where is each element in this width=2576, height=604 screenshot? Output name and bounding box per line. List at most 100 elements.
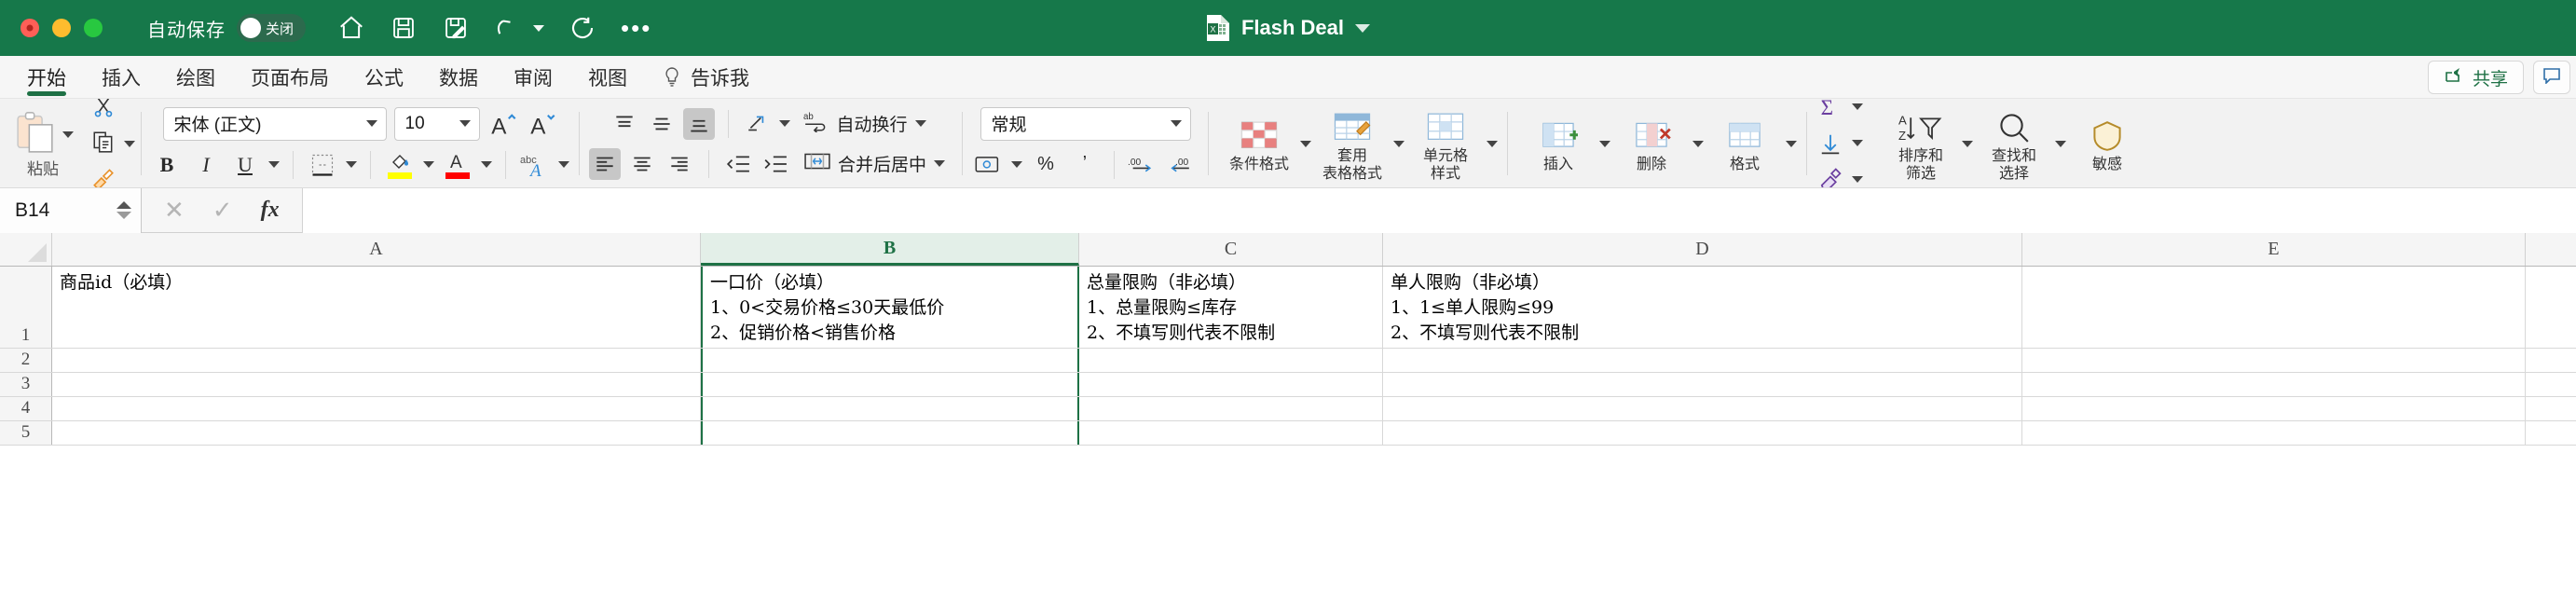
cell-e1[interactable] bbox=[2022, 267, 2526, 348]
tab-formulas[interactable]: 公式 bbox=[347, 57, 421, 98]
cell-a4[interactable] bbox=[52, 397, 701, 420]
insert-cells-dropdown-icon[interactable] bbox=[1599, 141, 1610, 147]
fill-color-dropdown-icon[interactable] bbox=[423, 161, 434, 168]
format-as-table-button[interactable]: 套用 表格格式 bbox=[1311, 99, 1393, 188]
cell-c5[interactable] bbox=[1079, 421, 1383, 445]
underline-button[interactable]: U bbox=[229, 149, 261, 181]
cell-b4[interactable] bbox=[701, 397, 1079, 420]
merge-center-dropdown-icon[interactable] bbox=[934, 160, 945, 167]
row-header-1[interactable]: 1 bbox=[0, 267, 52, 348]
phonetic-dropdown-icon[interactable] bbox=[558, 161, 569, 168]
cell-a2[interactable] bbox=[52, 349, 701, 372]
tab-insert[interactable]: 插入 bbox=[84, 57, 158, 98]
cell-b5[interactable] bbox=[701, 421, 1079, 445]
window-controls[interactable] bbox=[0, 19, 103, 37]
row-header-2[interactable]: 2 bbox=[0, 349, 52, 372]
chevron-down-icon[interactable] bbox=[459, 120, 471, 127]
cell-a3[interactable] bbox=[52, 373, 701, 396]
decrease-decimal-button[interactable]: .00 bbox=[1167, 149, 1199, 181]
conditional-formatting-dropdown-icon[interactable] bbox=[1300, 141, 1311, 147]
cell-e3[interactable] bbox=[2022, 373, 2526, 396]
ribbon-tabs[interactable]: 开始 插入 绘图 页面布局 公式 数据 审阅 视图 告诉我 bbox=[0, 57, 767, 98]
underline-dropdown-icon[interactable] bbox=[268, 161, 280, 168]
currency-format-button[interactable] bbox=[972, 149, 1004, 181]
row-header-5[interactable]: 5 bbox=[0, 421, 52, 445]
tab-home[interactable]: 开始 bbox=[9, 57, 84, 98]
cell-a5[interactable] bbox=[52, 421, 701, 445]
name-box-up-icon[interactable] bbox=[116, 201, 131, 209]
conditional-formatting-button[interactable]: 条件格式 bbox=[1218, 99, 1300, 188]
borders-dropdown-icon[interactable] bbox=[346, 161, 357, 168]
font-color-dropdown-icon[interactable] bbox=[481, 161, 492, 168]
decrease-indent-button[interactable] bbox=[722, 148, 754, 180]
column-header-a[interactable]: A bbox=[52, 233, 701, 266]
format-painter-button[interactable] bbox=[91, 165, 135, 189]
undo-icon[interactable] bbox=[494, 14, 522, 42]
cell-e4[interactable] bbox=[2022, 397, 2526, 420]
increase-indent-button[interactable] bbox=[760, 148, 791, 180]
find-select-button[interactable]: 查找和 选择 bbox=[1973, 99, 2055, 188]
decrease-font-size-button[interactable]: A bbox=[527, 108, 558, 140]
sensitivity-button[interactable]: 敏感 bbox=[2066, 99, 2148, 188]
align-left-button[interactable] bbox=[589, 148, 621, 180]
tab-tell-me[interactable]: 告诉我 bbox=[645, 57, 767, 98]
fill-button[interactable] bbox=[1815, 128, 1846, 159]
cell-c2[interactable] bbox=[1079, 349, 1383, 372]
merge-center-button[interactable]: 合并后居中 bbox=[797, 148, 952, 180]
tab-draw[interactable]: 绘图 bbox=[158, 57, 233, 98]
currency-dropdown-icon[interactable] bbox=[1011, 161, 1022, 168]
align-bottom-button[interactable] bbox=[683, 108, 715, 140]
cell-a1[interactable]: 商品id（必填） bbox=[52, 267, 701, 348]
align-top-button[interactable] bbox=[609, 108, 640, 140]
italic-button[interactable]: I bbox=[190, 149, 222, 181]
save-icon[interactable] bbox=[390, 14, 418, 42]
autosave-control[interactable]: 自动保存 关闭 bbox=[147, 14, 306, 42]
fill-color-button[interactable] bbox=[384, 151, 416, 179]
fill-dropdown-icon[interactable] bbox=[1852, 140, 1863, 146]
home-icon[interactable] bbox=[337, 14, 365, 42]
cell-e5[interactable] bbox=[2022, 421, 2526, 445]
orientation-button[interactable] bbox=[742, 108, 774, 140]
cell-d3[interactable] bbox=[1383, 373, 2022, 396]
cell-c1[interactable]: 总量限购（非必填） 1、总量限购≤库存 2、不填写则代表不限制 bbox=[1079, 267, 1383, 348]
name-box[interactable]: B14 bbox=[0, 188, 142, 233]
tab-data[interactable]: 数据 bbox=[421, 57, 496, 98]
tab-view[interactable]: 视图 bbox=[570, 57, 645, 98]
name-box-down-icon[interactable] bbox=[116, 212, 131, 219]
cell-b3[interactable] bbox=[701, 373, 1079, 396]
column-header-e[interactable]: E bbox=[2022, 233, 2526, 266]
autosave-toggle[interactable]: 关闭 bbox=[237, 14, 306, 42]
name-box-spinner[interactable] bbox=[116, 201, 131, 219]
save-as-icon[interactable] bbox=[442, 14, 470, 42]
clear-button[interactable] bbox=[1815, 164, 1846, 189]
comments-button[interactable] bbox=[2533, 61, 2570, 94]
more-commands-icon[interactable]: ••• bbox=[621, 23, 651, 33]
increase-font-size-button[interactable]: A bbox=[487, 108, 519, 140]
quick-access-toolbar[interactable]: ••• bbox=[337, 14, 651, 42]
cell-e2[interactable] bbox=[2022, 349, 2526, 372]
share-button[interactable]: 共享 bbox=[2428, 61, 2524, 94]
phonetic-guide-button[interactable]: abc A bbox=[519, 149, 551, 181]
close-window-button[interactable] bbox=[21, 19, 39, 37]
delete-cells-button[interactable]: 删除 bbox=[1610, 99, 1692, 188]
sort-filter-button[interactable]: A Z 排序和 筛选 bbox=[1880, 99, 1962, 188]
cell-styles-button[interactable]: 单元格 样式 bbox=[1404, 99, 1487, 188]
column-header-c[interactable]: C bbox=[1079, 233, 1383, 266]
format-as-table-dropdown-icon[interactable] bbox=[1393, 141, 1404, 147]
cut-button[interactable] bbox=[91, 99, 135, 123]
copy-button[interactable] bbox=[91, 130, 135, 158]
format-cells-button[interactable]: 格式 bbox=[1704, 99, 1786, 188]
formula-input[interactable] bbox=[302, 188, 2576, 233]
column-header-b[interactable]: B bbox=[701, 233, 1079, 266]
delete-cells-dropdown-icon[interactable] bbox=[1692, 141, 1704, 147]
align-right-button[interactable] bbox=[664, 148, 695, 180]
copy-dropdown-icon[interactable] bbox=[124, 141, 135, 147]
tab-review[interactable]: 审阅 bbox=[496, 57, 570, 98]
row-header-4[interactable]: 4 bbox=[0, 397, 52, 420]
share-area[interactable]: 共享 bbox=[2428, 61, 2576, 98]
insert-cells-button[interactable]: 插入 bbox=[1517, 99, 1599, 188]
cell-d1[interactable]: 单人限购（非必填） 1、1≤单人限购≤99 2、不填写则代表不限制 bbox=[1383, 267, 2022, 348]
maximize-window-button[interactable] bbox=[84, 19, 103, 37]
font-color-button[interactable]: A bbox=[442, 151, 473, 179]
align-middle-button[interactable] bbox=[646, 108, 678, 140]
